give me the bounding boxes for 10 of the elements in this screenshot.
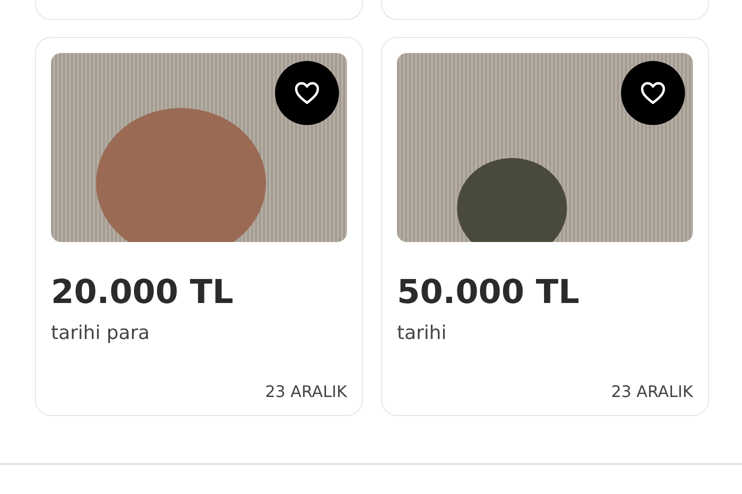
heart-icon	[294, 81, 320, 105]
price: 20.000 TL	[51, 272, 234, 312]
listing-date: 23 ARALIK	[265, 382, 347, 401]
heart-icon	[640, 81, 666, 105]
listing-card[interactable]: 20.000 TL tarihi para 23 ARALIK	[35, 37, 363, 416]
listing-card[interactable]: 50.000 TL tarihi 23 ARALIK	[381, 37, 709, 416]
price: 50.000 TL	[397, 272, 580, 312]
listing-title: tarihi	[397, 322, 448, 344]
listing-title: tarihi para	[51, 322, 151, 344]
listing-date: 23 ARALIK	[611, 382, 693, 401]
